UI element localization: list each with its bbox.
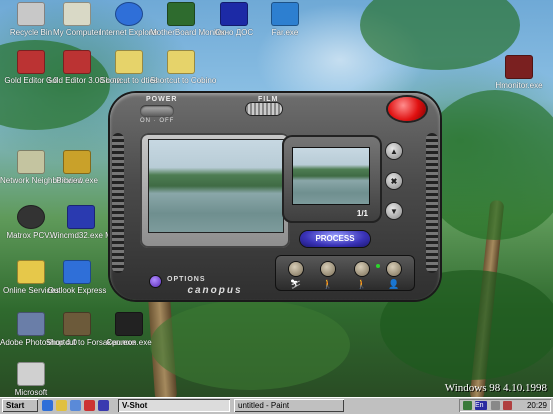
internet-explorer-icon (115, 2, 143, 26)
tray-language-icon[interactable]: En (475, 401, 487, 410)
desktop: Recycle Bin My Computer Internet Explore… (0, 0, 553, 397)
quicklaunch-channels-icon[interactable] (84, 400, 95, 411)
desktop-icon-far[interactable]: Far.exe (254, 2, 316, 37)
mode-panel: ⛷ 🚶 🚶 👤 (275, 255, 415, 291)
walker-icon: 🚶 (322, 279, 334, 289)
desktop-icon-wincmd[interactable]: Wincmd32.exe My (50, 205, 116, 240)
mode-button-2[interactable] (321, 262, 335, 276)
scroll-up-button[interactable]: ▲ (386, 143, 402, 159)
outlook-icon (63, 260, 91, 284)
network-icon (17, 150, 45, 174)
right-grip (426, 133, 438, 273)
system-tray: En 20:29 (459, 399, 551, 412)
computer-icon (63, 2, 91, 26)
vshot-window[interactable]: POWER ON · OFF FILM canopus 1/1 ▲ ✖ ▼ PR… (110, 93, 440, 300)
os-version-text: Windows 98 4.10.1998 (444, 382, 547, 394)
portrait-icon: 👤 (388, 279, 400, 289)
folder-icon (17, 260, 45, 284)
motherboard-icon (167, 2, 195, 26)
gold-editor-icon (17, 50, 45, 74)
person-icon: 🚶 (356, 279, 368, 289)
tray-monitor-icon[interactable] (463, 401, 472, 410)
desktop-icon-hmonitor[interactable]: Hmonitor.exe (488, 55, 550, 90)
film-switch[interactable] (246, 103, 282, 115)
quicklaunch-outlook-icon[interactable] (56, 400, 67, 411)
options-button[interactable] (150, 276, 161, 287)
shortcut-icon (115, 50, 143, 74)
shutter-button[interactable] (388, 97, 426, 121)
quicklaunch-ie-icon[interactable] (42, 400, 53, 411)
mode-button-4[interactable] (387, 262, 401, 276)
gold-editor-icon (63, 50, 91, 74)
clock: 20:29 (526, 401, 547, 410)
picview-icon (63, 150, 91, 174)
mode-button-1[interactable] (289, 262, 303, 276)
thumbnail-frame: 1/1 (282, 135, 382, 223)
quicklaunch-desktop-icon[interactable] (70, 400, 81, 411)
quicklaunch-wincmd-icon[interactable] (98, 400, 109, 411)
photoshop-icon (17, 312, 45, 336)
power-label: POWER (146, 96, 178, 103)
taskbar: Start V-Shot untitled - Paint En 20:29 (0, 397, 553, 414)
hmonitor-icon (505, 55, 533, 79)
tray-volume-icon[interactable] (491, 401, 500, 410)
film-label: FILM (258, 96, 279, 103)
recycle-bin-icon (17, 2, 45, 26)
taskbar-window-vshot[interactable]: V-Shot (118, 399, 230, 412)
mode-button-3[interactable] (355, 262, 369, 276)
dos-window-icon (220, 2, 248, 26)
matrox-icon (17, 205, 45, 229)
desktop-icon-cpumon[interactable]: Cpumon.exe (98, 312, 160, 347)
start-button[interactable]: Start (2, 399, 38, 412)
start-label: Start (6, 401, 25, 410)
far-manager-icon (271, 2, 299, 26)
shortcut-icon (167, 50, 195, 74)
desktop-icon-microsoft[interactable]: Microsoft (0, 362, 62, 397)
desktop-icon-picview[interactable]: Picview.exe (46, 150, 108, 185)
desktop-icon-gold-editor-2[interactable]: Gold Editor 3.00 с пи... (46, 50, 128, 85)
viewfinder (140, 133, 290, 248)
process-button[interactable]: PROCESS (300, 231, 370, 247)
power-switch[interactable] (140, 105, 174, 117)
shortcut-icon (63, 312, 91, 336)
tray-task-icon[interactable] (503, 401, 512, 410)
preview-image (148, 139, 284, 233)
mode-indicator-led (376, 264, 380, 268)
thumbnail-image[interactable] (292, 147, 370, 205)
microsoft-icon (17, 362, 45, 386)
image-counter: 1/1 (356, 209, 368, 218)
options-label: OPTIONS (167, 276, 206, 283)
taskbar-window-paint[interactable]: untitled - Paint (234, 399, 344, 412)
desktop-icon-shortcut-cobino[interactable]: Shortcut to Cobino (150, 50, 216, 85)
scroll-down-button[interactable]: ▼ (386, 203, 402, 219)
power-state-label: ON · OFF (140, 118, 175, 124)
wincmd-icon (67, 205, 95, 229)
cpumon-icon (115, 312, 143, 336)
skier-icon: ⛷ (290, 279, 302, 289)
delete-button[interactable]: ✖ (386, 173, 402, 189)
brand-logo: canopus (187, 285, 243, 296)
left-grip (112, 133, 124, 273)
palm-frond (150, 300, 350, 390)
desktop-icon-outlook-express[interactable]: Outlook Express (46, 260, 108, 295)
